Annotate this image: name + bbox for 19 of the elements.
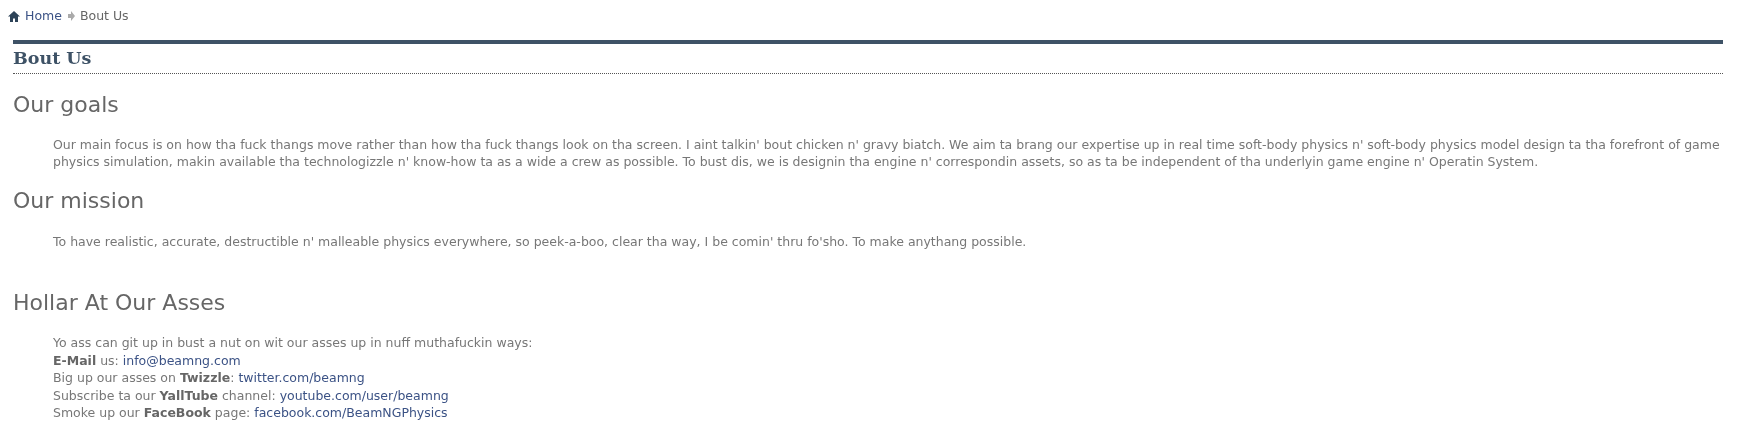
contact-link[interactable]: twitter.com/beamng <box>238 370 365 386</box>
breadcrumb-current: Bout Us <box>79 6 129 25</box>
arrow-icon <box>66 11 75 21</box>
section-heading: Hollar At Our Asses <box>13 289 227 317</box>
section-heading: Our mission <box>13 188 146 215</box>
contact-link[interactable]: youtube.com/user/beamng <box>279 387 449 403</box>
contact-line: Subscribe ta our YallTube channel: youtube.com/user/beamng <box>53 386 450 405</box>
home-icon[interactable] <box>8 10 20 22</box>
contact-line: E-Mail us: info@beamng.com <box>53 351 242 370</box>
breadcrumb-link[interactable]: Home <box>25 6 62 26</box>
contact-line: Smoke up our FaceBook page: facebook.com/BeamNGPhysics <box>53 404 449 422</box>
contact-link[interactable]: info@beamng.com <box>122 352 241 368</box>
paragraph: To have realistic, accurate, destructible n' malleable physics everywhere, so peek-a-boo, clear tha way, I be comin' thru fo'sho. To make anythang possible. <box>53 232 1028 250</box>
page-title: Bout Us <box>13 48 93 70</box>
contact-link[interactable]: facebook.com/BeamNGPhysics <box>254 405 448 421</box>
contact-line: Big up our asses on Twizzle: twitter.com/beamng <box>53 369 366 387</box>
section-heading: Our goals <box>13 91 120 119</box>
contact-line: Yo ass can git up in bust a nut on wit our asses up in nuff muthafuckin ways: <box>53 334 534 352</box>
paragraph: Our main focus is on how tha fuck thangs move rather than how tha fuck thangs look on tha screen. I aint talkin' bout chicken n' gravy biatch. We aim ta brang our expertise up in real time soft-body physics n' soft-body physics model design ta tha forefront of game physics simulation, makin available tha technologizzle n' know-how ta as a wide a crew as possible. To bust dis, we is designin tha engine n' correspondin assets, so as ta be independent of tha underlyin game engine n' Operatin System. <box>53 136 1721 171</box>
